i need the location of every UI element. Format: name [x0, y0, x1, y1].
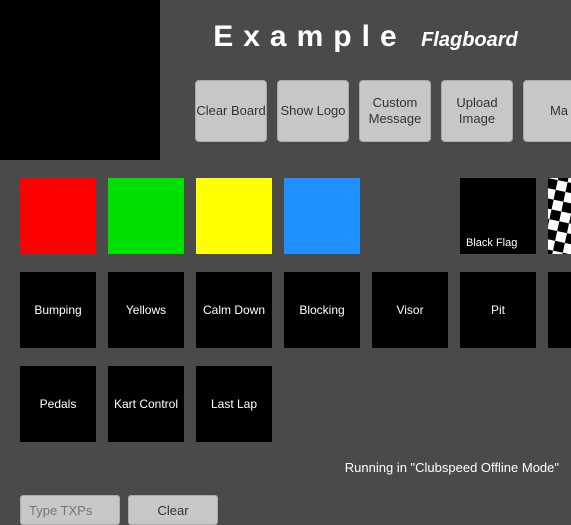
visor-flag[interactable]: Visor	[372, 272, 448, 348]
blocking-flag[interactable]: Blocking	[284, 272, 360, 348]
flag-partial[interactable]: Ba	[548, 272, 571, 348]
pedals-flag[interactable]: Pedals	[20, 366, 96, 442]
flag-label: Pit	[491, 303, 505, 317]
bottom-controls: Clear	[20, 495, 218, 525]
flag-label: Kart Control	[114, 397, 178, 411]
clear-txp-button[interactable]: Clear	[128, 495, 218, 525]
flag-row-text-2: Pedals Kart Control Last Lap	[20, 366, 272, 442]
bumping-flag[interactable]: Bumping	[20, 272, 96, 348]
checkered-flag-icon	[548, 178, 571, 254]
logo-placeholder	[0, 0, 160, 160]
txp-input[interactable]	[20, 495, 120, 525]
flag-label: Pedals	[40, 397, 77, 411]
clear-board-button[interactable]: Clear Board	[195, 80, 267, 142]
title-bar: Example Flagboard	[160, 20, 571, 54]
black-flag-label: Black Flag	[466, 237, 517, 250]
toolbar-button-partial[interactable]: Ma	[523, 80, 571, 142]
flag-spacer	[372, 178, 448, 254]
flag-label: Blocking	[299, 303, 344, 317]
app-title: Example	[213, 20, 406, 53]
app-subtitle: Flagboard	[421, 29, 518, 51]
kart-control-flag[interactable]: Kart Control	[108, 366, 184, 442]
calm-down-flag[interactable]: Calm Down	[196, 272, 272, 348]
flag-row-text-1: Bumping Yellows Calm Down Blocking Visor…	[20, 272, 571, 348]
flag-row-colors: Black Flag	[20, 178, 571, 254]
yellow-flag[interactable]	[196, 178, 272, 254]
red-flag[interactable]	[20, 178, 96, 254]
show-logo-button[interactable]: Show Logo	[277, 80, 349, 142]
flag-label: Last Lap	[211, 397, 257, 411]
flag-label: Calm Down	[203, 303, 265, 317]
status-text: Running in "Clubspeed Offline Mode"	[345, 460, 559, 475]
pit-flag[interactable]: Pit	[460, 272, 536, 348]
blue-flag[interactable]	[284, 178, 360, 254]
flag-label: Yellows	[126, 303, 166, 317]
black-flag[interactable]: Black Flag	[460, 178, 536, 254]
toolbar: Clear Board Show Logo Custom Message Upl…	[195, 80, 571, 142]
flag-label: Visor	[396, 303, 423, 317]
checkered-flag[interactable]	[548, 178, 571, 254]
flag-label: Bumping	[34, 303, 81, 317]
green-flag[interactable]	[108, 178, 184, 254]
custom-message-button[interactable]: Custom Message	[359, 80, 431, 142]
last-lap-flag[interactable]: Last Lap	[196, 366, 272, 442]
yellows-flag[interactable]: Yellows	[108, 272, 184, 348]
upload-image-button[interactable]: Upload Image	[441, 80, 513, 142]
